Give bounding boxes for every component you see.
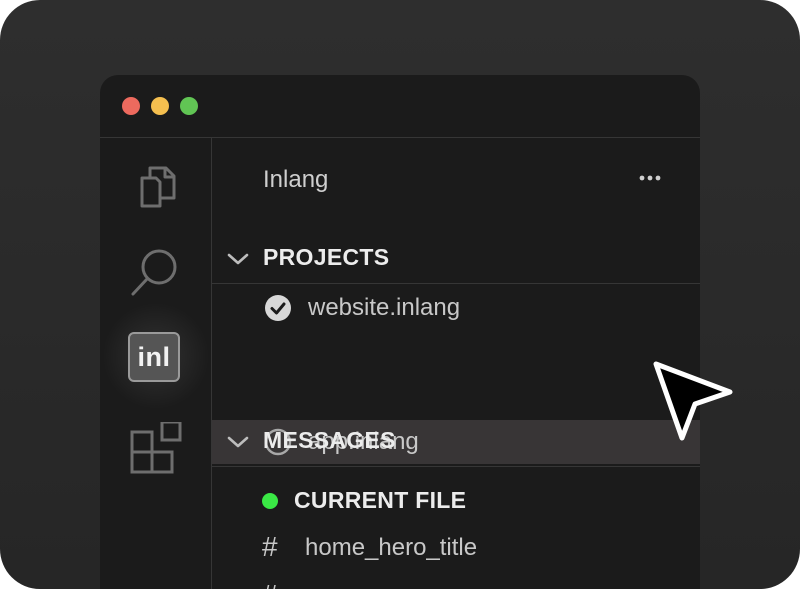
project-label: website.inlang bbox=[308, 294, 461, 321]
mouse-pointer-icon bbox=[648, 358, 738, 448]
search-icon[interactable] bbox=[128, 244, 184, 300]
title-bar bbox=[100, 75, 700, 138]
status-dot bbox=[262, 493, 278, 509]
check-circle-icon bbox=[265, 295, 291, 321]
close-window-button[interactable] bbox=[122, 97, 140, 115]
minimize-window-button[interactable] bbox=[151, 97, 169, 115]
chevron-down-icon bbox=[227, 253, 249, 265]
message-label: home_hero_title bbox=[305, 534, 478, 561]
projects-section-header[interactable]: PROJECTS bbox=[212, 235, 700, 284]
background-frame: inl Inlang PROJECTS website.inlang app.i… bbox=[0, 0, 800, 589]
project-item-website[interactable]: website.inlang bbox=[212, 284, 700, 330]
projects-section-label: PROJECTS bbox=[263, 244, 390, 270]
inlang-logo-label: inl bbox=[128, 332, 180, 382]
messages-section-header[interactable]: MESSAGES bbox=[212, 418, 700, 467]
chevron-down-icon bbox=[227, 436, 249, 448]
current-file-label: CURRENT FILE bbox=[294, 487, 467, 513]
extensions-icon[interactable] bbox=[128, 420, 184, 478]
hash-icon: # bbox=[262, 580, 278, 589]
messages-section-label: MESSAGES bbox=[263, 427, 396, 453]
panel-title: Inlang bbox=[263, 166, 329, 193]
files-icon[interactable] bbox=[128, 158, 184, 214]
maximize-window-button[interactable] bbox=[180, 97, 198, 115]
hash-icon: # bbox=[262, 531, 278, 562]
editor-window: inl Inlang PROJECTS website.inlang app.i… bbox=[100, 75, 700, 589]
project-item-website[interactable] bbox=[212, 375, 700, 419]
inlang-icon[interactable]: inl bbox=[100, 298, 214, 414]
inlang-sidebar: Inlang PROJECTS website.inlang app.inlan… bbox=[212, 138, 700, 589]
more-actions-icon[interactable] bbox=[637, 166, 667, 190]
activity-bar: inl bbox=[100, 138, 214, 589]
